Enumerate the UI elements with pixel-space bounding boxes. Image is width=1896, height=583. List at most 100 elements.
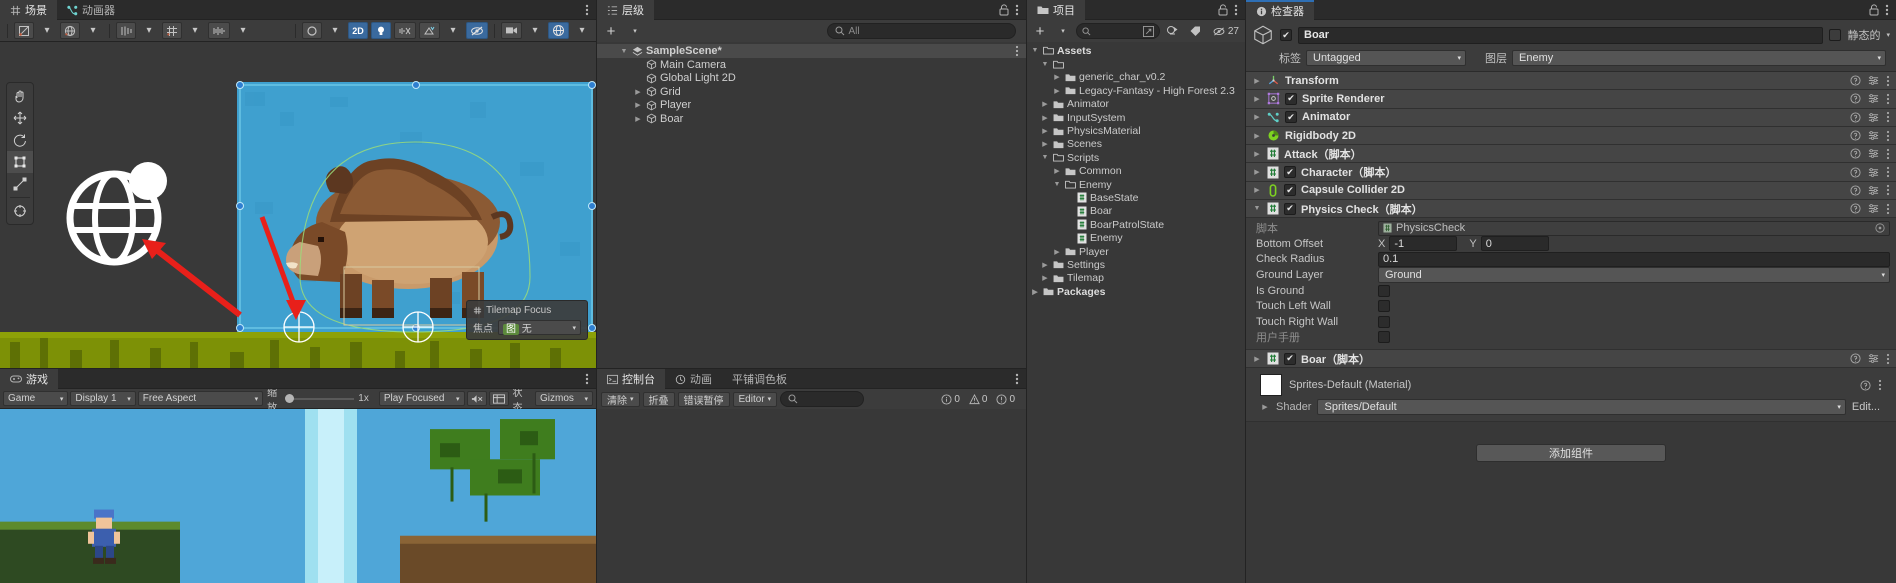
game-stats-icon-button[interactable] <box>488 391 509 406</box>
scene-fx-dropdown[interactable]: ▾ <box>443 22 463 39</box>
help-icon[interactable] <box>1850 353 1861 364</box>
project-row-3[interactable]: ▶ Legacy-Fantasy - High Forest 2.3 <box>1027 84 1245 97</box>
rect-tool-icon[interactable] <box>7 151 33 173</box>
physics-check-script-field[interactable]: PhysicsCheck <box>1378 220 1890 236</box>
chevron-right-icon[interactable]: ▶ <box>1040 140 1050 148</box>
chevron-right-icon[interactable]: ▶ <box>1040 114 1050 122</box>
manual-checkbox[interactable] <box>1378 331 1390 344</box>
lock-icon[interactable] <box>1869 3 1879 16</box>
tab-inspector[interactable]: 检查器 <box>1246 0 1314 20</box>
component-rigidbody-2d[interactable]: ▶ Rigidbody 2D <box>1246 126 1896 146</box>
chevron-right-icon[interactable]: ▶ <box>1052 73 1062 81</box>
preset-icon[interactable] <box>1868 185 1879 196</box>
scene-hidden-objects-toggle[interactable] <box>466 22 488 39</box>
lock-icon[interactable] <box>999 3 1009 16</box>
project-row-10[interactable]: ▼ Enemy <box>1027 178 1245 191</box>
project-row-2[interactable]: ▶ generic_char_v0.2 <box>1027 71 1245 84</box>
component-sprite-renderer-checkbox[interactable]: ✔ <box>1285 92 1297 105</box>
help-icon[interactable] <box>1850 112 1861 123</box>
inspector-layer-dropdown[interactable]: Enemy ▾ <box>1512 50 1886 66</box>
help-icon[interactable] <box>1850 148 1861 159</box>
component-capsule-collider-2d-checkbox[interactable]: ✔ <box>1284 184 1296 197</box>
move-tool-icon[interactable] <box>7 107 33 129</box>
chevron-right-icon[interactable]: ▶ <box>1052 248 1062 256</box>
project-row-0[interactable]: ▼ Assets <box>1027 44 1245 57</box>
game-aspect-dropdown[interactable]: Free Aspect ▾ <box>137 391 264 406</box>
scene-camera-dropdown[interactable]: ▾ <box>525 22 545 39</box>
console-error-pause-button[interactable]: 错误暂停 <box>677 391 730 407</box>
console-warning-count[interactable]: 0 <box>966 393 991 405</box>
component-sprite-renderer[interactable]: ▶ ✔ Sprite Renderer <box>1246 90 1896 109</box>
component-kebab-menu-icon[interactable] <box>1886 93 1890 105</box>
project-row-6[interactable]: ▶ PhysicsMaterial <box>1027 124 1245 137</box>
game-display-dropdown[interactable]: Display 1 ▾ <box>70 391 136 406</box>
tab-scene[interactable]: 场景 <box>0 0 57 20</box>
hierarchy-row-2[interactable]: ▶ Global Light 2D <box>597 72 1026 86</box>
scene-2d-toggle[interactable]: 2D <box>348 22 368 39</box>
scene-gizmos-dropdown[interactable]: ▾ <box>325 22 345 39</box>
chevron-right-icon[interactable]: ▶ <box>633 101 643 109</box>
chevron-right-icon[interactable]: ▶ <box>1260 403 1270 411</box>
scene-2d3d-button[interactable] <box>60 22 80 39</box>
scene-fx-toggle[interactable] <box>419 22 440 39</box>
chevron-right-icon[interactable]: ▶ <box>1252 132 1262 140</box>
project-row-11[interactable]: ▶ BaseState <box>1027 191 1245 204</box>
chevron-right-icon[interactable]: ▶ <box>1252 186 1262 194</box>
project-row-17[interactable]: ▶ Tilemap <box>1027 272 1245 285</box>
transform-tool-icon[interactable] <box>7 200 33 222</box>
tab-animation[interactable]: 动画 <box>665 369 722 389</box>
chevron-right-icon[interactable]: ▶ <box>1252 95 1262 103</box>
chevron-down-icon[interactable]: ▼ <box>1252 205 1262 212</box>
chevron-right-icon[interactable]: ▶ <box>1252 77 1262 85</box>
component-kebab-menu-icon[interactable] <box>1886 353 1890 365</box>
project-add-button[interactable]: + <box>1030 23 1050 40</box>
console-log-list[interactable] <box>597 409 1026 583</box>
console-error-count[interactable]: 0 <box>993 394 1018 405</box>
project-row-13[interactable]: ▶ BoarPatrolState <box>1027 218 1245 231</box>
chevron-down-icon[interactable]: ▼ <box>619 48 629 55</box>
tab-hierarchy[interactable]: 层级 <box>597 0 654 20</box>
project-row-14[interactable]: ▶ Enemy <box>1027 231 1245 244</box>
hierarchy-add-button[interactable]: + <box>601 23 621 40</box>
scene-view[interactable]: Tilemap Focus 焦点 图 无 ▾ <box>0 42 596 368</box>
chevron-right-icon[interactable]: ▶ <box>1030 288 1040 296</box>
hierarchy-tree[interactable]: ▼ SampleScene* ▶ Main Camera ▶ <box>597 42 1026 368</box>
console-collapse-button[interactable]: 折叠 <box>642 391 675 407</box>
chevron-right-icon[interactable]: ▶ <box>633 88 643 96</box>
game-mute-audio-button[interactable] <box>466 391 487 406</box>
chevron-down-icon[interactable]: ▼ <box>1040 154 1050 161</box>
scene-audio-dropdown[interactable]: ▾ <box>233 22 253 39</box>
search-expand-icon[interactable] <box>1142 25 1154 37</box>
tab-animator[interactable]: 动画器 <box>57 0 125 20</box>
project-row-18[interactable]: ▶ Packages <box>1027 285 1245 298</box>
chevron-right-icon[interactable]: ▶ <box>1040 127 1050 135</box>
component-kebab-menu-icon[interactable] <box>1886 111 1890 123</box>
component-boar[interactable]: ▶ ✔ Boar（脚本） <box>1246 350 1896 369</box>
help-icon[interactable] <box>1850 185 1861 196</box>
chevron-right-icon[interactable]: ▶ <box>633 115 643 123</box>
shading-dropdown-arrow[interactable]: ▾ <box>37 22 57 39</box>
tab-game[interactable]: 游戏 <box>0 369 58 389</box>
scene-gizmo-sphere-button[interactable] <box>548 22 569 39</box>
shading-mode-button[interactable] <box>14 22 34 39</box>
game-kebab-menu-icon[interactable] <box>585 372 589 386</box>
chevron-right-icon[interactable]: ▶ <box>1040 261 1050 269</box>
shader-dropdown[interactable]: Sprites/Default ▾ <box>1317 399 1846 416</box>
touch-left-wall-checkbox[interactable] <box>1378 300 1390 313</box>
component-kebab-menu-icon[interactable] <box>1886 203 1890 215</box>
hierarchy-row-5[interactable]: ▶ Boar <box>597 112 1026 126</box>
chevron-down-icon[interactable]: ▼ <box>1030 47 1040 54</box>
console-clear-button[interactable]: 清除 ▾ <box>601 391 640 407</box>
console-log-count[interactable]: 0 <box>938 394 963 405</box>
game-scale-slider[interactable] <box>285 394 355 403</box>
scene-tool-palette[interactable] <box>6 82 34 225</box>
component-capsule-collider-2d[interactable]: ▶ ✔ Capsule Collider 2D <box>1246 181 1896 201</box>
scene-grid-button[interactable] <box>162 22 182 39</box>
chevron-down-icon[interactable]: ▼ <box>1040 61 1050 68</box>
console-editor-dropdown[interactable]: Editor ▾ <box>732 391 778 407</box>
preset-icon[interactable] <box>1868 167 1879 178</box>
project-row-15[interactable]: ▶ Player <box>1027 245 1245 258</box>
scene-camera-button[interactable] <box>501 22 522 39</box>
component-character[interactable]: ▶ ✔ Character（脚本） <box>1246 163 1896 182</box>
scene-light-toggle[interactable] <box>371 22 391 39</box>
